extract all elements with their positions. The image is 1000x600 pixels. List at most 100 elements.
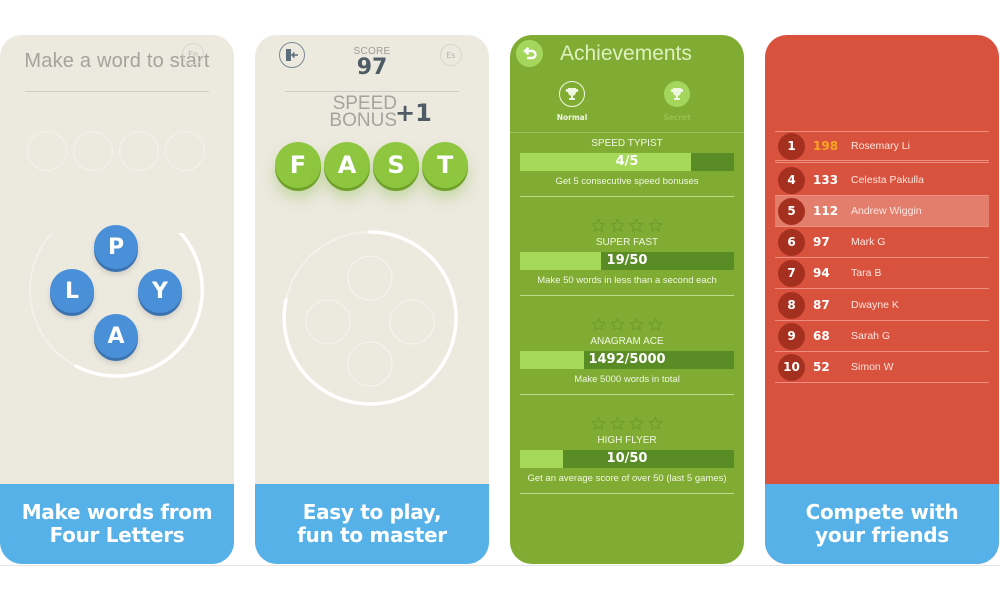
achievement-name: SUPER FAST (595, 237, 659, 248)
tab-label: Secret (663, 113, 691, 122)
star-icon (591, 416, 606, 431)
divider (520, 196, 734, 197)
star-rating (520, 317, 734, 333)
letter-slot (27, 131, 67, 171)
language-button[interactable]: En (182, 43, 204, 65)
rank-badge: 10 (778, 353, 805, 381)
back-arrow-icon (522, 46, 537, 59)
language-button[interactable]: Es (440, 44, 462, 66)
screen-make-word: Make a word to start En P L Y A Make wor… (0, 35, 234, 564)
player-score: 52 (813, 360, 830, 374)
achievement-description: Get 5 consecutive speed bonuses (555, 176, 699, 187)
letter-slot (73, 131, 113, 171)
rank-badge: 9 (778, 322, 805, 350)
screen-title: Achievements (560, 42, 692, 65)
star-icon (610, 317, 625, 332)
leaderboard-row[interactable]: 10 52 Simon W (775, 352, 989, 383)
player-score: 87 (813, 298, 830, 312)
divider (25, 91, 209, 92)
screen-leaderboard: 1 198 Rosemary Li 4 133 Celesta Pakulla 5 112 An… (765, 35, 999, 564)
tab-secret[interactable]: Secret (647, 81, 707, 122)
leaderboard-row[interactable]: 9 68 Sarah G (775, 321, 989, 352)
player-score: 94 (813, 266, 830, 280)
star-rating (520, 416, 734, 432)
player-score: 97 (813, 235, 830, 249)
word-tile: A (324, 142, 370, 188)
leaderboard-row[interactable]: 4 133 Celesta Pakulla (775, 165, 989, 196)
achievement-item: SPEED TYPIST 4/5 Get 5 consecutive speed b… (520, 138, 734, 197)
divider (0, 565, 1000, 566)
star-icon (591, 218, 606, 233)
star-icon (591, 317, 606, 332)
player-score: 112 (813, 204, 839, 218)
divider (520, 394, 734, 395)
star-icon (629, 317, 644, 332)
caption-banner: Compete with your friends (765, 484, 999, 564)
star-icon (629, 218, 644, 233)
player-name: Celesta Pakulla (851, 174, 924, 186)
player-name: Dwayne K (851, 299, 899, 311)
player-name: Simon W (851, 361, 894, 373)
player-name: Tara B (851, 267, 882, 279)
achievement-item: ANAGRAM ACE 1492/5000 Make 5000 words in t… (520, 317, 734, 395)
letter-tile[interactable]: Y (138, 269, 182, 313)
progress-bar: 4/5 (520, 153, 734, 171)
letter-tile[interactable]: A (94, 314, 138, 358)
leaderboard-row[interactable]: 5 112 Andrew Wiggin (775, 196, 989, 227)
caption-text: Make words from Four Letters (21, 500, 213, 547)
rank-badge: 7 (778, 259, 805, 287)
player-name: Mark G (851, 236, 886, 248)
star-icon (610, 416, 625, 431)
star-icon (648, 218, 663, 233)
leaderboard-row[interactable]: 6 97 Mark G (775, 227, 989, 258)
achievement-name: SPEED TYPIST (591, 138, 663, 149)
tab-normal[interactable]: Normal (542, 81, 602, 122)
divider (520, 295, 734, 296)
word-tile: F (275, 142, 321, 188)
screen-achievements: Achievements Normal Secret SPEED TYPIST 4… (510, 35, 744, 564)
leaderboard-row[interactable]: 7 94 Tara B (775, 258, 989, 289)
caption-text: Easy to play, fun to master (297, 500, 447, 547)
letter-slot (165, 131, 205, 171)
caption-text: Compete with your friends (805, 500, 959, 547)
rank-badge: 5 (778, 197, 805, 225)
back-button[interactable] (516, 40, 543, 67)
divider (285, 91, 459, 92)
player-score: 133 (813, 173, 839, 187)
achievement-item: SUPER FAST 19/50 Make 50 words in less tha… (520, 218, 734, 296)
caption-banner: Make words from Four Letters (0, 484, 234, 564)
rank-badge: 8 (778, 291, 805, 319)
leaderboard-row[interactable]: 1 198 Rosemary Li (775, 132, 989, 163)
achievement-description: Make 5000 words in total (574, 374, 680, 385)
progress-text: 10/50 (606, 451, 648, 466)
progress-text: 19/50 (606, 253, 648, 268)
app-store-screenshots: Make a word to start En P L Y A Make wor… (0, 0, 1000, 600)
trophy-icon (559, 81, 585, 107)
player-score: 68 (813, 329, 830, 343)
player-name: Andrew Wiggin (851, 205, 922, 217)
leaderboard-row[interactable]: 8 87 Dwayne K (775, 290, 989, 321)
progress-bar: 10/50 (520, 450, 734, 468)
timer-ring (282, 230, 458, 406)
progress-bar: 19/50 (520, 252, 734, 270)
progress-text: 1492/5000 (588, 352, 666, 367)
star-icon (629, 416, 644, 431)
caption-banner: Easy to play, fun to master (255, 484, 489, 564)
tab-label: Normal (556, 113, 588, 122)
letter-tile[interactable]: L (50, 269, 94, 313)
rank-badge: 4 (778, 166, 805, 194)
speed-bonus-label: SPEED BONUS (317, 94, 397, 131)
letter-tile[interactable]: P (94, 225, 138, 269)
star-icon (610, 218, 625, 233)
achievement-description: Get an average score of over 50 (last 5 … (527, 473, 727, 484)
letter-slot (119, 131, 159, 171)
player-score: 198 (813, 139, 839, 153)
trophy-icon (664, 81, 690, 107)
progress-bar: 1492/5000 (520, 351, 734, 369)
star-icon (648, 416, 663, 431)
achievement-name: ANAGRAM ACE (590, 336, 664, 347)
screen-gameplay: SCORE 97 Es SPEED BONUS +1 F A S T Easy … (255, 35, 489, 564)
divider (510, 132, 744, 133)
bonus-line: BONUS (329, 110, 397, 131)
star-rating (520, 218, 734, 234)
